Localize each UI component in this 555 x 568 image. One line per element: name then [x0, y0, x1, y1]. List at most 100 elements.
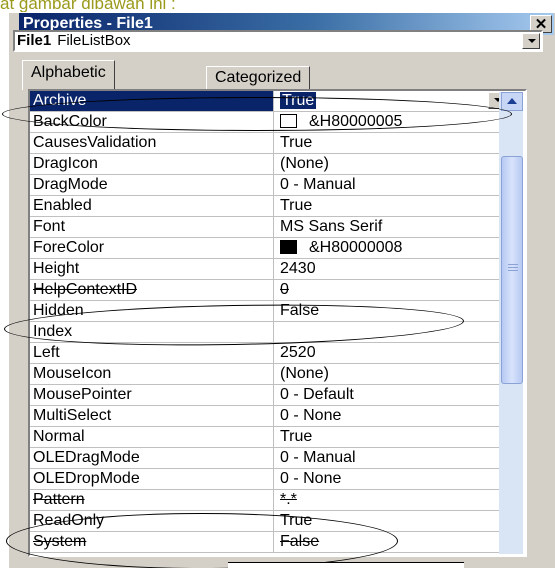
property-value[interactable]: False: [278, 301, 508, 321]
tab-alphabetic[interactable]: Alphabetic: [22, 60, 115, 90]
scroll-up-icon[interactable]: [501, 92, 523, 111]
property-name: HelpContextID: [30, 280, 274, 300]
property-row[interactable]: Normal True: [30, 427, 508, 448]
property-value-text: False: [280, 533, 320, 550]
property-name: OLEDropMode: [30, 469, 274, 489]
property-value-text: False: [280, 302, 320, 319]
property-value[interactable]: 0 - Manual: [278, 448, 508, 468]
property-name: MousePointer: [30, 385, 274, 405]
property-value[interactable]: &H80000008: [278, 238, 508, 258]
property-name: Left: [30, 343, 274, 363]
property-value[interactable]: True: [278, 133, 508, 153]
property-name: MultiSelect: [30, 406, 274, 426]
property-value-text: 0 - Manual: [280, 449, 356, 466]
property-value-text: (None): [280, 155, 329, 172]
property-row[interactable]: Enabled True: [30, 196, 508, 217]
property-value-text: MS Sans Serif: [280, 218, 383, 235]
property-value-text: 0 - None: [280, 470, 342, 487]
property-value-text: &H80000008: [309, 239, 403, 256]
property-name: Normal: [30, 427, 274, 447]
property-value[interactable]: True: [278, 196, 508, 216]
property-row[interactable]: MousePointer 0 - Default: [30, 385, 508, 406]
property-row[interactable]: Index: [30, 322, 508, 343]
property-row[interactable]: Left 2520: [30, 343, 508, 364]
property-name: ForeColor: [30, 238, 274, 258]
property-value[interactable]: (None): [278, 154, 508, 174]
property-row[interactable]: DragMode 0 - Manual: [30, 175, 508, 196]
property-name: Enabled: [30, 196, 274, 216]
property-value-text: &H80000005: [309, 113, 403, 130]
property-name: System: [30, 532, 274, 552]
property-name: DragMode: [30, 175, 274, 195]
vertical-scrollbar[interactable]: [499, 92, 523, 554]
property-grid: Archive True BackColor &H80000005 CausesVali…: [28, 89, 527, 557]
property-row[interactable]: DragIcon (None): [30, 154, 508, 175]
property-value-text: (None): [280, 365, 329, 382]
object-type: FileListBox: [57, 32, 131, 49]
property-value[interactable]: 2520: [278, 343, 508, 363]
property-name: OLEDragMode: [30, 448, 274, 468]
object-name: File1: [17, 32, 52, 49]
property-row[interactable]: HelpContextID 0: [30, 280, 508, 301]
property-row[interactable]: System False: [30, 532, 508, 553]
property-row[interactable]: Font MS Sans Serif: [30, 217, 508, 238]
chevron-down-icon[interactable]: [522, 33, 540, 49]
property-name: Font: [30, 217, 274, 237]
property-name: CausesValidation: [30, 133, 274, 153]
scroll-thumb[interactable]: [501, 156, 523, 384]
property-row[interactable]: Pattern *.*: [30, 490, 508, 511]
property-row[interactable]: OLEDragMode 0 - Manual: [30, 448, 508, 469]
property-value-text: 0 - None: [280, 407, 342, 424]
property-row[interactable]: Hidden False: [30, 301, 508, 322]
property-value-text: True: [280, 92, 317, 109]
property-name: Archive: [30, 91, 274, 111]
property-name: MouseIcon: [30, 364, 274, 384]
property-name: ReadOnly: [30, 511, 274, 531]
property-value[interactable]: True: [278, 427, 508, 447]
property-value[interactable]: (None): [278, 364, 508, 384]
property-value-text: 0 - Manual: [280, 176, 356, 193]
property-value[interactable]: True: [278, 91, 508, 111]
property-name: Index: [30, 322, 274, 342]
property-value[interactable]: True: [278, 511, 508, 531]
property-value[interactable]: 2430: [278, 259, 508, 279]
property-value-text: True: [280, 134, 313, 151]
property-value[interactable]: MS Sans Serif: [278, 217, 508, 237]
property-value-text: True: [280, 197, 313, 214]
property-row[interactable]: MultiSelect 0 - None: [30, 406, 508, 427]
property-value-text: True: [280, 512, 313, 529]
property-name: Height: [30, 259, 274, 279]
property-row[interactable]: BackColor &H80000005: [30, 112, 508, 133]
property-value-text: *.*: [280, 491, 297, 508]
property-value[interactable]: 0 - None: [278, 406, 508, 426]
property-value-text: 0 - Default: [280, 386, 354, 403]
property-value-text: 2520: [280, 344, 316, 361]
property-name: Pattern: [30, 490, 274, 510]
property-value[interactable]: False: [278, 532, 508, 552]
property-row[interactable]: CausesValidation True: [30, 133, 508, 154]
property-name: DragIcon: [30, 154, 274, 174]
property-value-text: 2430: [280, 260, 316, 277]
property-name: BackColor: [30, 112, 274, 132]
property-row[interactable]: Height 2430: [30, 259, 508, 280]
property-row[interactable]: ForeColor &H80000008: [30, 238, 508, 259]
color-swatch: [280, 114, 297, 128]
property-row[interactable]: ReadOnly True: [30, 511, 508, 532]
property-row[interactable]: Archive True: [30, 91, 508, 112]
object-selector[interactable]: File1 FileListBox: [13, 30, 543, 52]
property-value[interactable]: &H80000005: [278, 112, 508, 132]
property-value-text: 0: [280, 281, 289, 298]
property-value[interactable]: 0 - None: [278, 469, 508, 489]
color-swatch: [280, 240, 297, 254]
property-value[interactable]: *.*: [278, 490, 508, 510]
tab-categorized[interactable]: Categorized: [206, 66, 311, 90]
property-value[interactable]: 0: [278, 280, 508, 300]
property-row[interactable]: OLEDropMode 0 - None: [30, 469, 508, 490]
property-value-text: True: [280, 428, 313, 445]
bottom-edge: [228, 562, 464, 568]
property-name: Hidden: [30, 301, 274, 321]
property-value[interactable]: 0 - Default: [278, 385, 508, 405]
property-value[interactable]: [278, 322, 508, 342]
property-row[interactable]: MouseIcon (None): [30, 364, 508, 385]
property-value[interactable]: 0 - Manual: [278, 175, 508, 195]
